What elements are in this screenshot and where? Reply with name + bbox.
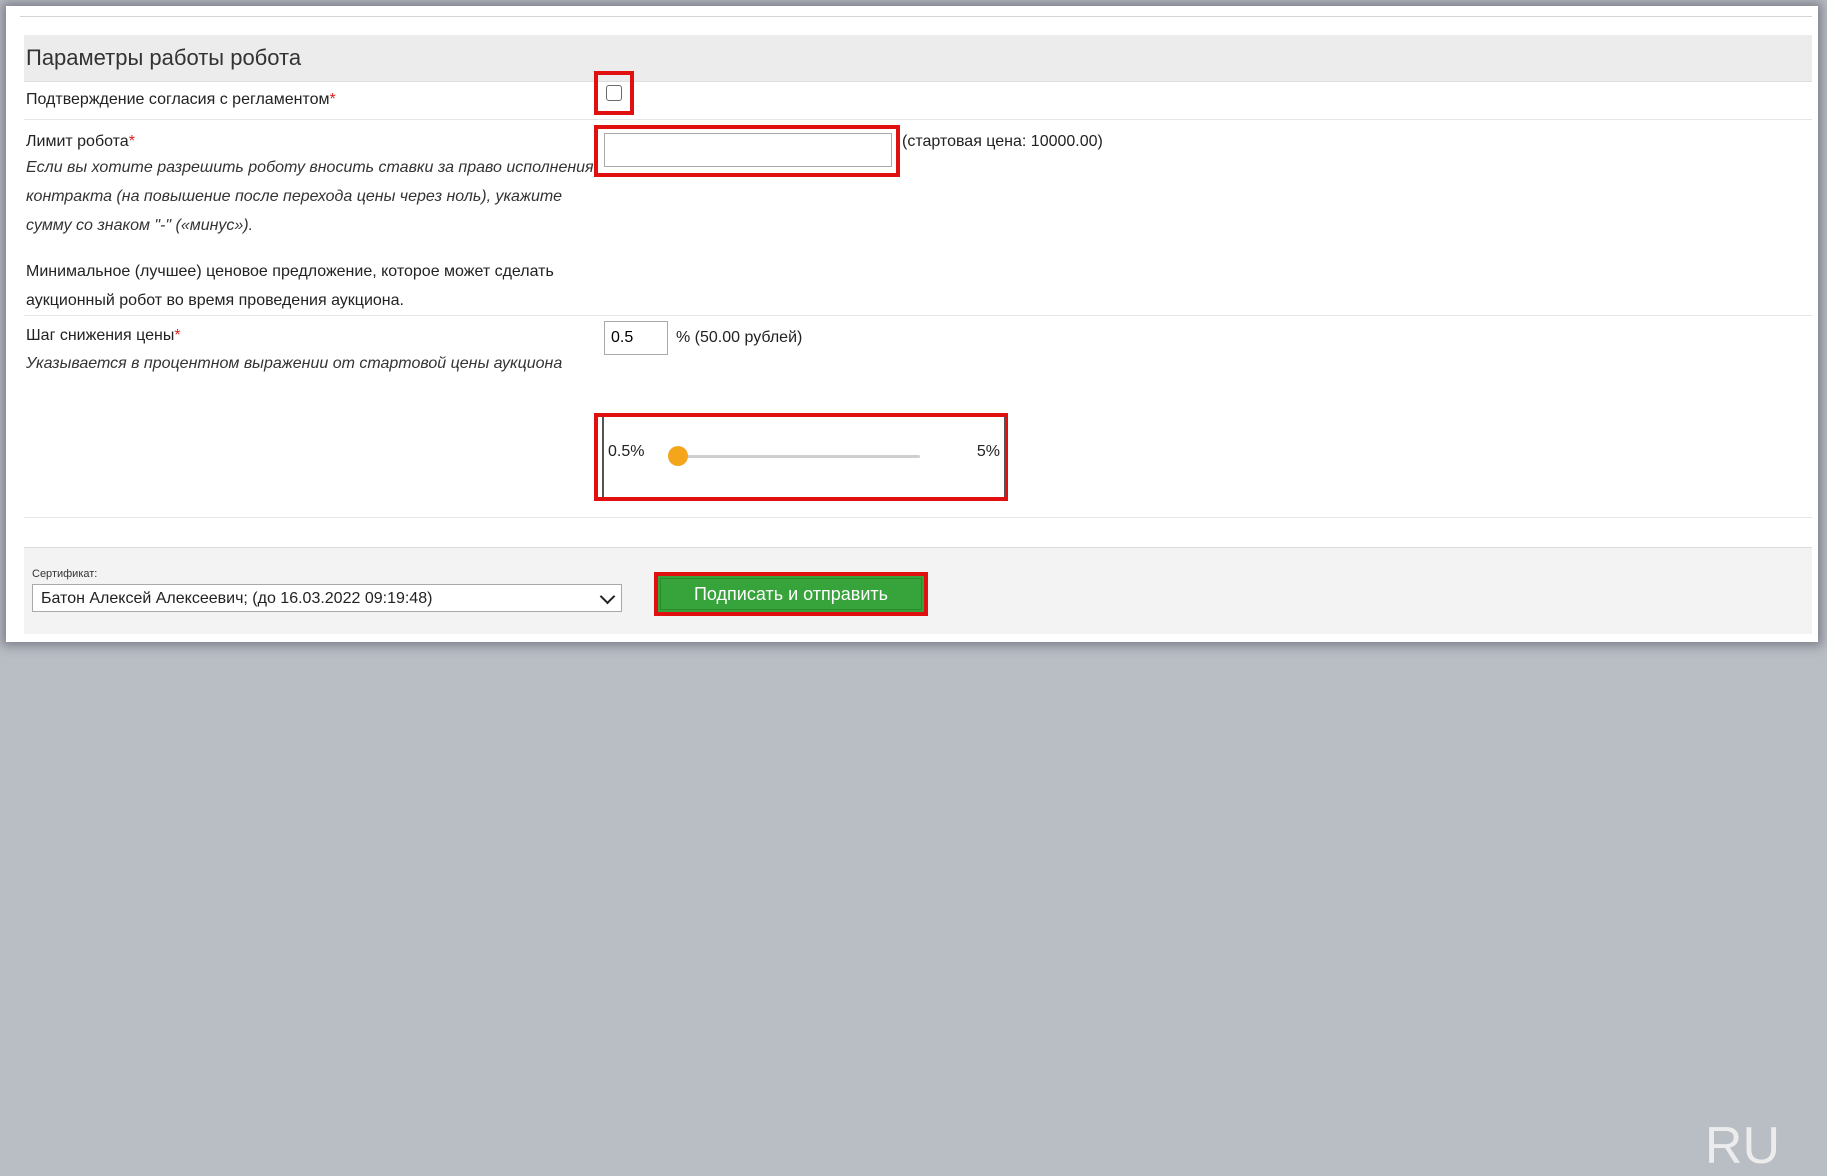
- limit-description: Минимальное (лучшее) ценовое предложение…: [26, 263, 554, 309]
- limit-label: Лимит робота*: [26, 133, 135, 150]
- section-title: Параметры работы робота: [26, 45, 302, 70]
- consent-checkbox[interactable]: [606, 85, 622, 101]
- row-divider: [24, 119, 1812, 120]
- step-suffix: % (50.00 рублей): [676, 329, 803, 346]
- slider-track[interactable]: [678, 455, 920, 458]
- certificate-selected-value: Батон Алексей Алексеевич; (до 16.03.2022…: [41, 590, 433, 607]
- required-mark: *: [128, 133, 135, 150]
- limit-hint: Если вы хотите разрешить роботу вносить …: [26, 159, 594, 234]
- slider-max-label: 5%: [976, 443, 1000, 460]
- sign-and-submit-button[interactable]: Подписать и отправить: [654, 572, 928, 616]
- slider-thumb[interactable]: [668, 446, 688, 466]
- step-label: Шаг снижения цены*: [26, 327, 181, 344]
- limit-input[interactable]: [604, 133, 892, 167]
- form-panel: Параметры работы робота Подтверждение со…: [20, 16, 1812, 1175]
- step-hint: Указывается в процентном выражении от ст…: [26, 355, 563, 372]
- start-price-note: (стартовая цена: 10000.00): [902, 133, 1103, 150]
- section-header: Параметры работы робота: [24, 35, 1812, 82]
- chevron-down-icon: [599, 588, 616, 605]
- certificate-select[interactable]: Батон Алексей Алексеевич; (до 16.03.2022…: [32, 584, 622, 612]
- row-divider: [24, 315, 1812, 316]
- row-divider: [24, 517, 1812, 518]
- step-slider[interactable]: 0.5% 5%: [602, 417, 1006, 497]
- certificate-label: Сертификат:: [32, 568, 98, 580]
- watermark-text: RU: [1704, 1117, 1780, 1175]
- step-input[interactable]: [604, 321, 668, 355]
- required-mark: *: [174, 327, 181, 344]
- required-mark: *: [329, 91, 336, 108]
- window-frame: Параметры работы робота Подтверждение со…: [6, 6, 1818, 1175]
- slider-min-label: 0.5%: [608, 443, 645, 460]
- consent-label: Подтверждение согласия с регламентом*: [26, 91, 336, 108]
